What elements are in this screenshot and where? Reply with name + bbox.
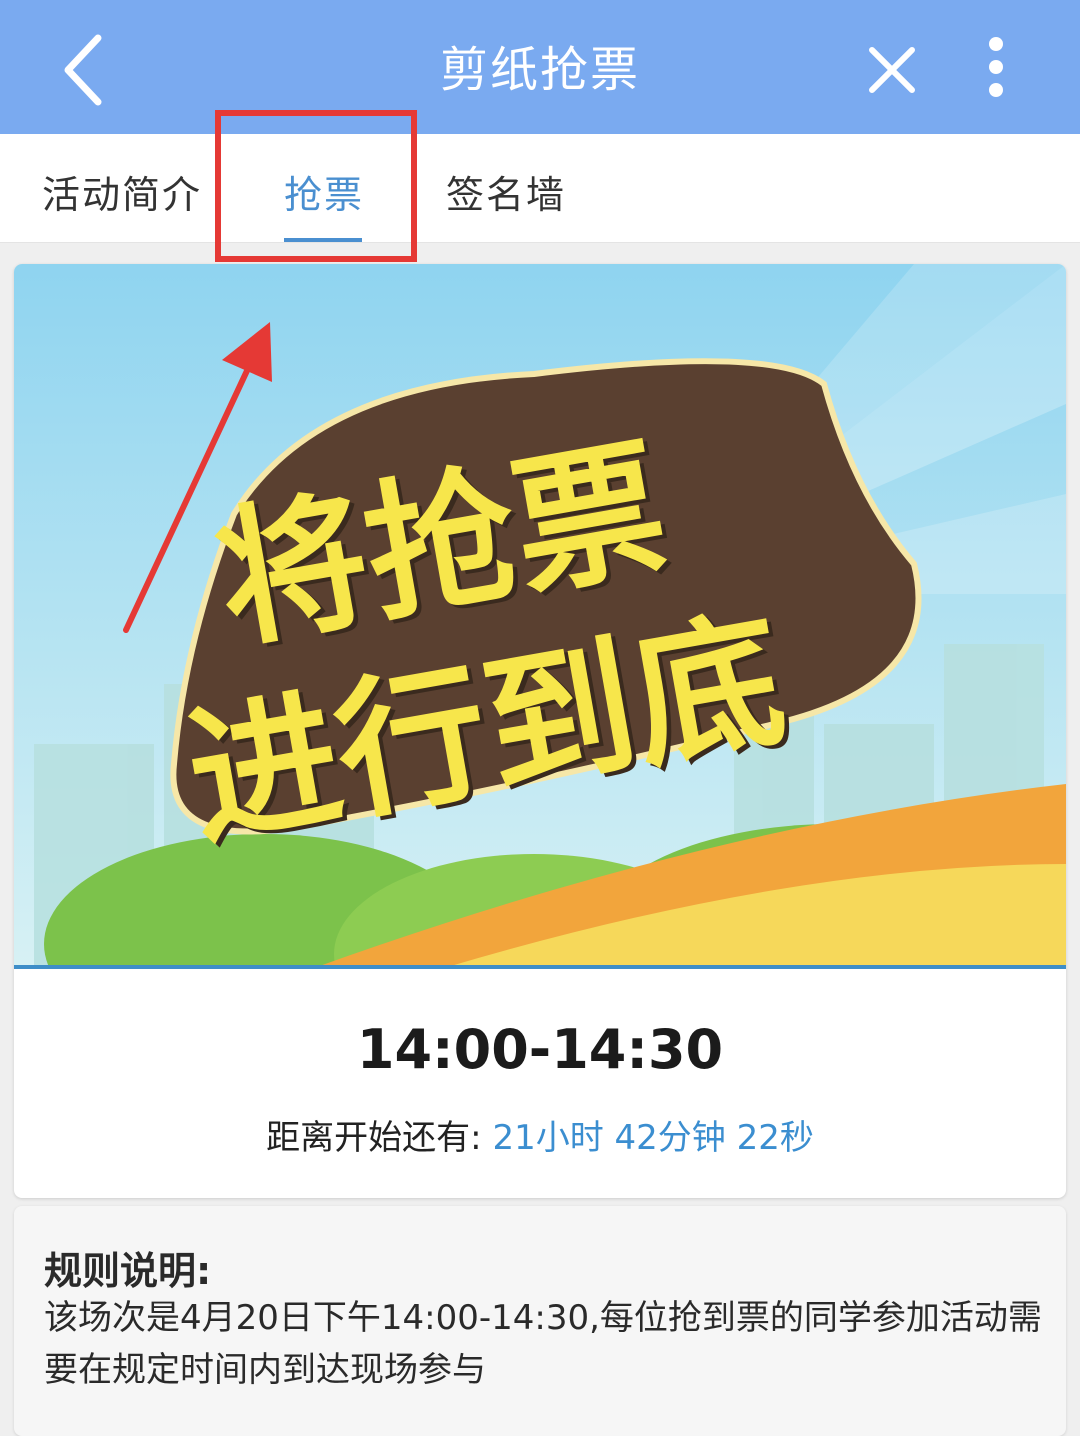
annotation-arrow-icon: [123, 322, 272, 633]
